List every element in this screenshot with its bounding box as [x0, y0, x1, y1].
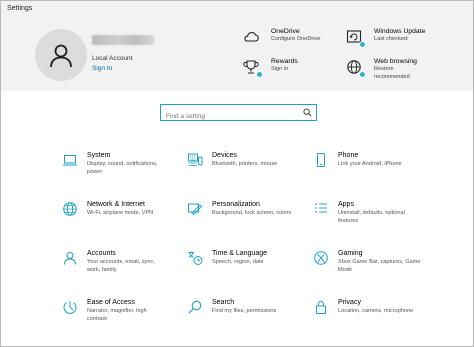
tile-desc: Find my files, permissions [212, 308, 277, 314]
time-language-icon [186, 249, 204, 267]
laptop-icon [61, 151, 79, 169]
user-name-blurred [92, 35, 154, 45]
tile-title: Privacy [338, 299, 361, 306]
tile-desc: work, family [87, 266, 117, 273]
tile-title: Gaming [338, 250, 363, 257]
tile-desc: power [87, 168, 103, 175]
tile-desc: Background, lock screen, colors [212, 210, 292, 216]
service-rewards[interactable]: Rewards Sign In [241, 57, 298, 78]
tile-title: Personalization [212, 201, 260, 208]
person-icon [50, 44, 72, 68]
service-desc: recommended [374, 73, 410, 80]
status-badge [359, 71, 366, 78]
tile-desc: Bluetooth, printers, mouse [212, 161, 278, 167]
account-type-label: Local Account [92, 55, 133, 62]
tile-phone[interactable]: Phone Link your Android, iPhone [312, 151, 432, 187]
service-windows-update[interactable]: Windows Update Last checked: [344, 27, 426, 48]
globe-icon [61, 200, 79, 218]
title-bar[interactable]: Settings [1, 1, 473, 19]
service-desc: Last checked: [374, 36, 409, 42]
search-icon [186, 298, 204, 316]
tile-desc: Location, camera, microphone [338, 308, 414, 314]
tile-ease-of-access[interactable]: Ease of Access Narrator, magnifier, high… [61, 298, 181, 334]
tile-desc: Mode [338, 266, 352, 273]
tile-gaming[interactable]: Gaming Xbox Game Bar, captures, Game Mod… [312, 249, 432, 285]
tile-title: Phone [338, 152, 359, 159]
tile-personalization[interactable]: Personalization Background, lock screen,… [186, 200, 306, 236]
window-title: Settings [7, 5, 33, 12]
phone-icon [312, 151, 330, 169]
tile-system[interactable]: System Display, sound, notifications, po… [61, 151, 181, 187]
tile-desc: Narrator, magnifier, high [87, 308, 147, 314]
ease-of-access-icon [61, 298, 79, 316]
status-badge [359, 41, 366, 48]
search-input[interactable] [161, 109, 291, 124]
globe-icon [344, 57, 366, 78]
tile-desc: Speech, region, date [212, 259, 264, 265]
xbox-icon [312, 249, 330, 267]
lock-icon [312, 298, 330, 316]
apps-icon [312, 200, 330, 218]
tile-desc: Your accounts, email, sync, [87, 259, 155, 265]
service-title: Rewards [271, 58, 298, 65]
tile-desc: Link your Android, iPhone [338, 161, 402, 167]
tile-desc: Uninstall, defaults, optional [338, 210, 405, 216]
trophy-icon [241, 57, 263, 78]
tile-title: Time & Language [212, 250, 267, 257]
person-icon [61, 249, 79, 267]
sign-in-link[interactable]: Sign In [92, 65, 112, 72]
tile-desc: features [338, 217, 359, 224]
tile-accounts[interactable]: Accounts Your accounts, email, sync, wor… [61, 249, 181, 285]
service-title: Windows Update [374, 28, 426, 35]
tile-search[interactable]: Search Find my files, permissions [186, 298, 306, 334]
tile-title: Accounts [87, 250, 116, 257]
service-desc: Sign In [271, 66, 289, 72]
tile-desc: Display, sound, notifications, [87, 161, 158, 167]
service-onedrive[interactable]: OneDrive Configure OneDrive [241, 27, 320, 47]
update-icon [344, 27, 366, 48]
service-desc: Configure OneDrive [271, 36, 321, 42]
status-badge [256, 71, 263, 78]
settings-window: Settings Local Account Sign In OneDrive … [0, 0, 474, 347]
tile-title: Network & Internet [87, 201, 145, 208]
tile-title: Ease of Access [87, 299, 135, 306]
paint-icon [186, 200, 204, 218]
tile-title: System [87, 152, 111, 159]
service-title: OneDrive [271, 28, 300, 35]
tile-title: Apps [338, 201, 354, 208]
keyboard-icon [186, 151, 204, 169]
tile-desc: contrast [87, 315, 107, 322]
service-desc: Restore [374, 66, 394, 72]
tile-desc: Wi-Fi, airplane mode, VPN [87, 210, 154, 216]
tile-devices[interactable]: Devices Bluetooth, printers, mouse [186, 151, 306, 187]
tile-time-language[interactable]: Time & Language Speech, region, date [186, 249, 306, 285]
search-icon[interactable] [303, 108, 312, 117]
tile-desc: Xbox Game Bar, captures, Game [338, 259, 421, 265]
service-web-browsing[interactable]: Web browsing Restore recommended [344, 57, 417, 81]
account-header: Local Account Sign In OneDrive Configure… [1, 19, 473, 91]
find-setting-search-box[interactable] [160, 104, 317, 124]
tile-privacy[interactable]: Privacy Location, camera, microphone [312, 298, 432, 334]
tile-apps[interactable]: Apps Uninstall, defaults, optional featu… [312, 200, 432, 236]
tile-title: Devices [212, 152, 237, 159]
avatar[interactable] [35, 29, 87, 81]
cloud-icon [241, 27, 261, 47]
service-title: Web browsing [374, 58, 417, 65]
tile-title: Search [212, 299, 235, 306]
tile-network-internet[interactable]: Network & Internet Wi-Fi, airplane mode,… [61, 200, 181, 236]
